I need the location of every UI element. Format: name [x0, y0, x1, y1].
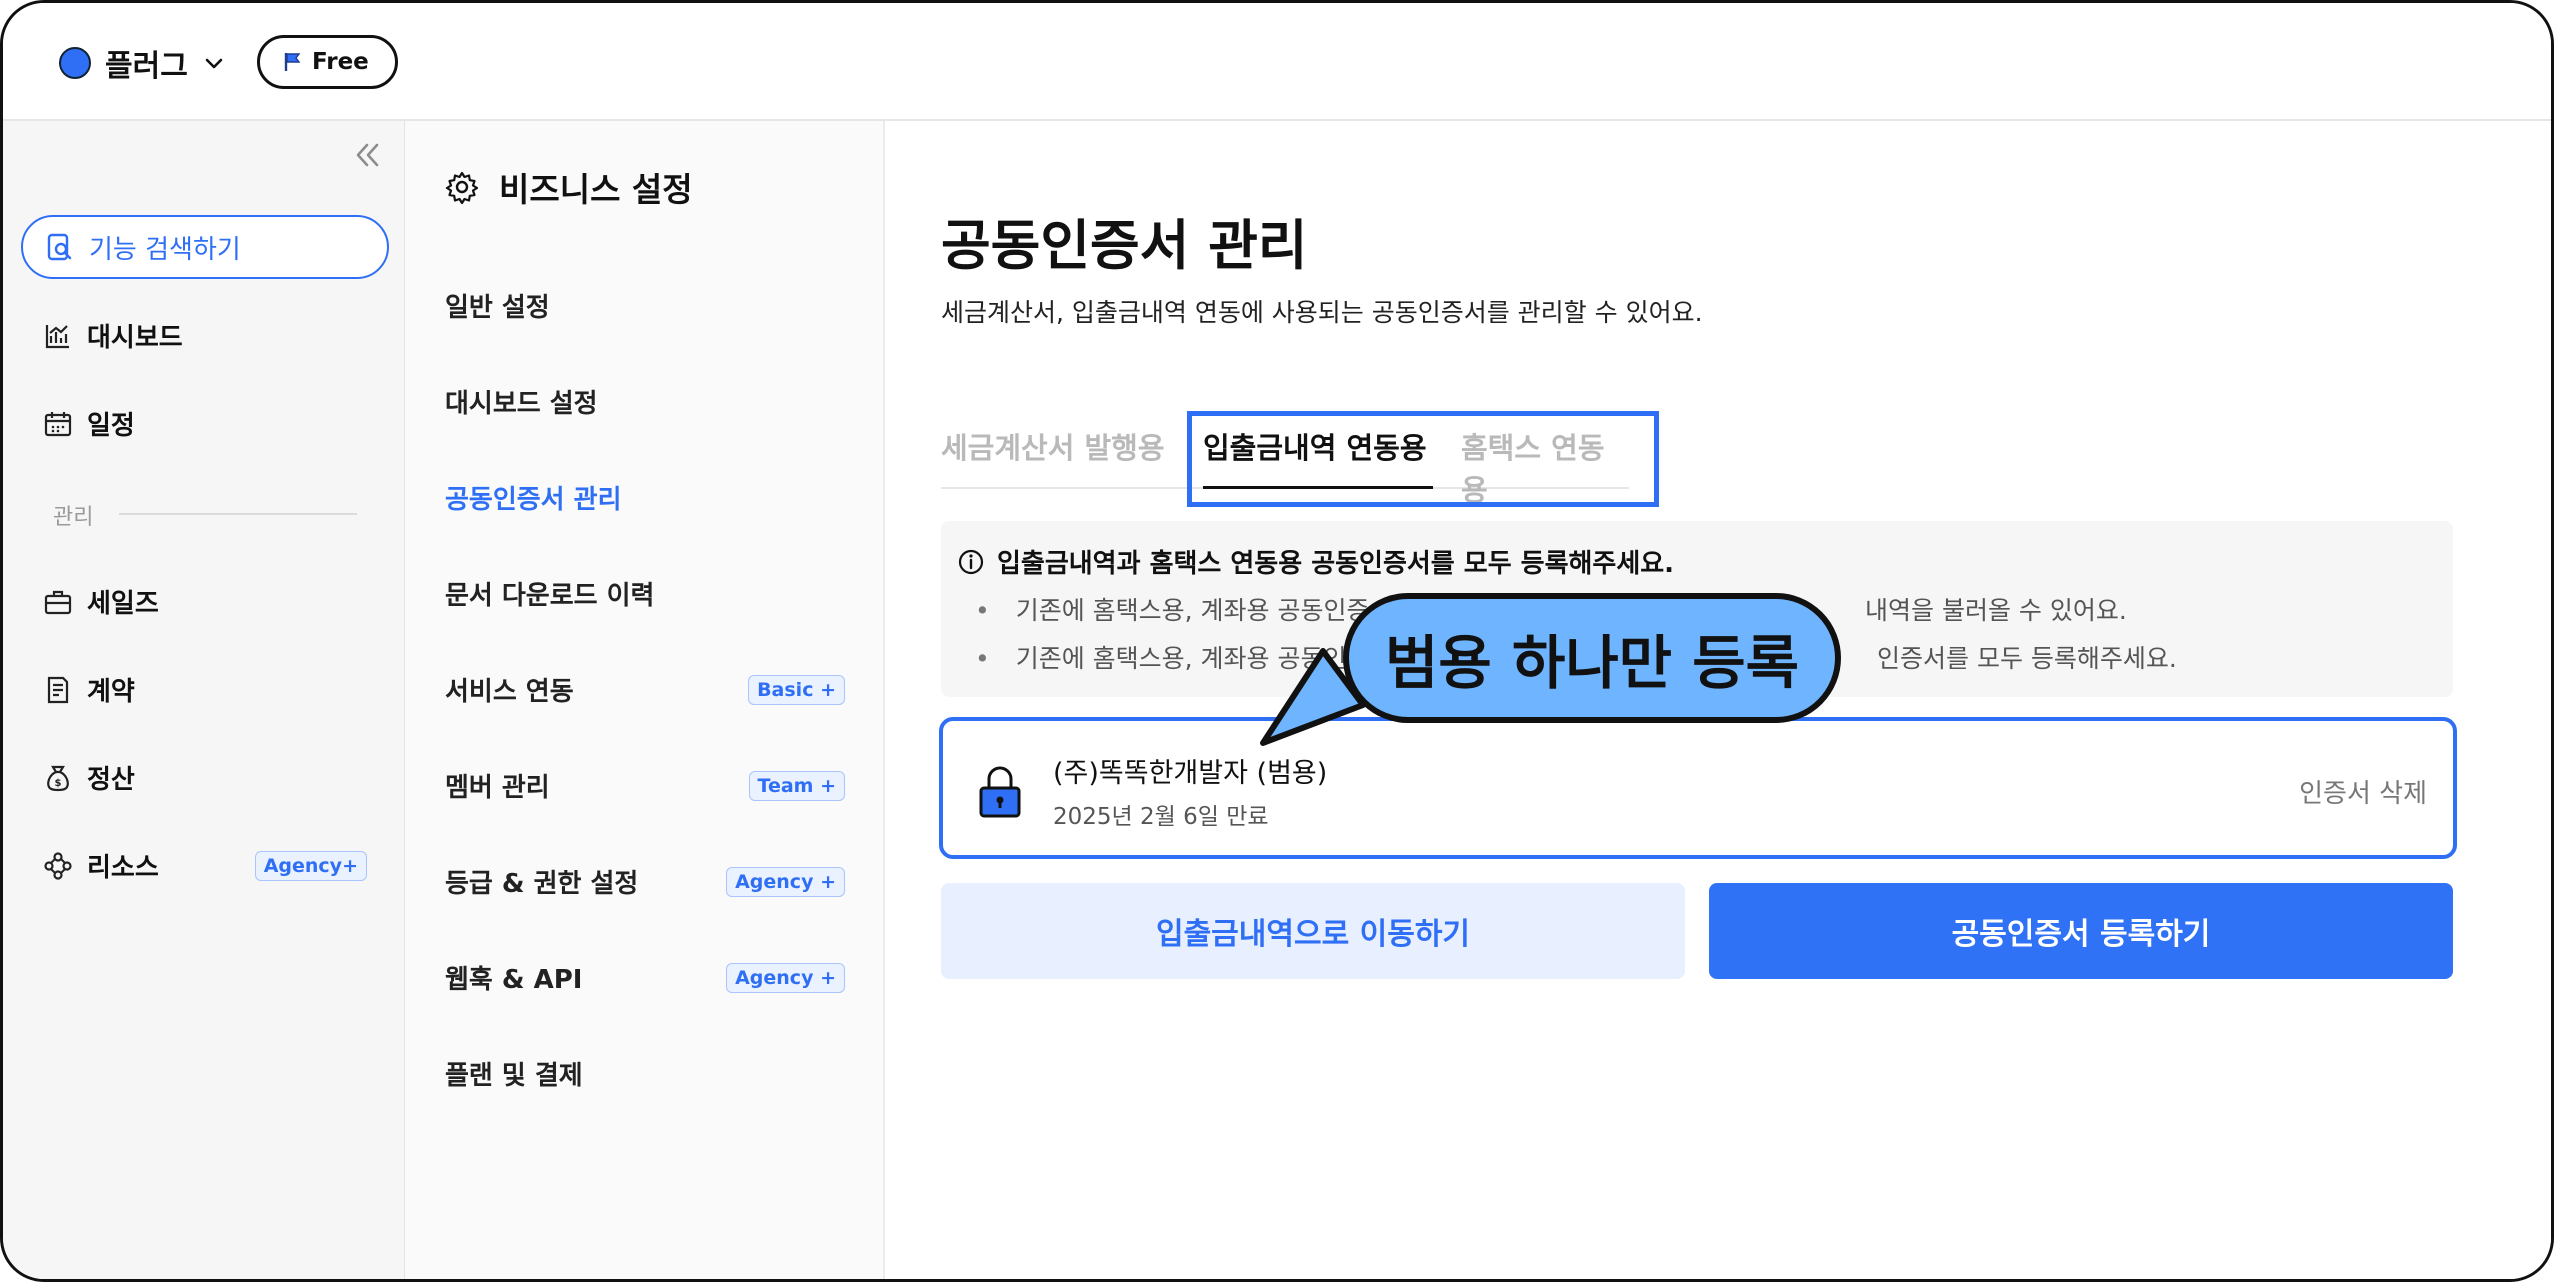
collapse-sidebar-icon[interactable] — [349, 137, 385, 173]
calendar-icon — [44, 411, 72, 436]
page-description: 세금계산서, 입출금내역 연동에 사용되는 공동인증서를 관리할 수 있어요. — [941, 298, 1703, 327]
settings-item-certificates[interactable]: 공동인증서 관리 — [445, 479, 845, 516]
settings-item-label: 일반 설정 — [445, 293, 550, 323]
app-window: 플러그 Free 기능 검색하기 대시보드 일정 관리 세일즈 계약 $ 정산 … — [0, 0, 2554, 1282]
contract-icon — [47, 676, 69, 703]
settings-title: 비즈니스 설정 — [445, 163, 693, 211]
workspace-name: 플러그 — [105, 49, 188, 84]
settings-item-label: 서비스 연동 — [445, 677, 574, 707]
certificate-name: (주)똑똑한개발자 (범용) — [1053, 758, 1328, 789]
sidebar-item-label: 대시보드 — [87, 323, 183, 353]
basic-badge: Basic + — [748, 674, 845, 705]
section-label-manage: 관리 — [53, 505, 94, 530]
settings-item-label: 플랜 및 결제 — [445, 1061, 583, 1091]
settings-panel: 비즈니스 설정 일반 설정 대시보드 설정 공동인증서 관리 문서 다운로드 이… — [405, 121, 885, 1279]
settings-item-roles[interactable]: 등급 & 권한 설정 Agency + — [445, 863, 845, 900]
settings-item-label: 웹훅 & API — [445, 965, 583, 995]
notice-line-1-left: 기존에 홈택스용, 계좌용 공동인증 — [1015, 596, 1370, 625]
delete-certificate-button[interactable]: 인증서 삭제 — [2299, 773, 2427, 810]
workspace-logo-icon — [59, 47, 91, 79]
settings-title-text: 비즈니스 설정 — [499, 170, 693, 209]
sidebar-item-label: 계약 — [87, 677, 135, 707]
certificate-card[interactable]: (주)똑똑한개발자 (범용) 2025년 2월 6일 만료 인증서 삭제 — [939, 717, 2457, 859]
notice-line-2-right: 인증서를 모두 등록해주세요. — [1877, 644, 2177, 673]
settings-item-service-integration[interactable]: 서비스 연동 Basic + — [445, 671, 845, 708]
settings-item-label: 공동인증서 관리 — [445, 485, 622, 515]
top-bar: 플러그 Free — [3, 3, 2551, 121]
sidebar-item-label: 정산 — [87, 765, 135, 795]
agency-badge: Agency + — [726, 962, 845, 993]
sidebar-item-label: 일정 — [87, 411, 135, 441]
tab-tax-invoice[interactable]: 세금계산서 발행용 — [941, 425, 1165, 467]
sidebar-item-label: 세일즈 — [87, 589, 159, 619]
settings-item-general[interactable]: 일반 설정 — [445, 287, 845, 324]
sidebar-item-contract[interactable]: 계약 — [43, 671, 135, 708]
sidebar-item-schedule[interactable]: 일정 — [43, 405, 135, 442]
notice-heading: 입출금내역과 홈택스 연동용 공동인증서를 모두 등록해주세요. — [957, 543, 1674, 580]
chart-icon — [45, 324, 69, 348]
info-icon — [958, 549, 984, 574]
notice-heading-text: 입출금내역과 홈택스 연동용 공동인증서를 모두 등록해주세요. — [997, 549, 1675, 579]
certificate-expiry: 2025년 2월 6일 만료 — [1053, 804, 1269, 830]
briefcase-icon — [44, 590, 72, 614]
settings-item-label: 문서 다운로드 이력 — [445, 581, 655, 611]
settings-item-download-history[interactable]: 문서 다운로드 이력 — [445, 575, 845, 612]
agency-badge: Agency+ — [254, 850, 367, 881]
search-icon — [47, 233, 72, 261]
flag-icon — [284, 53, 301, 71]
chevron-down-icon — [205, 58, 223, 69]
lock-icon — [979, 766, 1021, 818]
resources-icon — [44, 851, 72, 880]
money-bag-icon: $ — [47, 765, 69, 791]
register-certificate-button[interactable]: 공동인증서 등록하기 — [1709, 883, 2453, 979]
gear-icon — [445, 171, 479, 204]
team-badge: Team + — [748, 770, 845, 801]
divider — [119, 513, 357, 515]
plan-label: Free — [312, 49, 369, 75]
sidebar-item-resources[interactable]: 리소스 Agency+ — [43, 847, 367, 884]
settings-item-label: 대시보드 설정 — [445, 389, 598, 419]
sidebar-item-sales[interactable]: 세일즈 — [43, 583, 159, 620]
settings-item-plan-billing[interactable]: 플랜 및 결제 — [445, 1055, 845, 1092]
settings-item-webhook-api[interactable]: 웹훅 & API Agency + — [445, 959, 845, 996]
plan-badge[interactable]: Free — [257, 35, 398, 89]
settings-item-label: 등급 & 권한 설정 — [445, 869, 639, 899]
feature-search-label: 기능 검색하기 — [89, 234, 241, 265]
svg-text:$: $ — [55, 778, 62, 789]
callout-text: 범용 하나만 등록 — [1385, 629, 1799, 697]
notice-line-1: 기존에 홈택스용, 계좌용 공동인증 내역을 불러올 수 있어요. — [975, 591, 2127, 627]
notice-line-1-right: 내역을 불러올 수 있어요. — [1865, 596, 2127, 625]
settings-item-members[interactable]: 멤버 관리 Team + — [445, 767, 845, 804]
page-title: 공동인증서 관리 — [941, 214, 1308, 277]
agency-badge: Agency + — [726, 866, 845, 897]
feature-search-button[interactable]: 기능 검색하기 — [21, 215, 389, 279]
sidebar-item-resources-main: 리소스 — [43, 847, 159, 884]
tab-highlight-box — [1187, 411, 1659, 507]
sidebar-item-settlement[interactable]: $ 정산 — [43, 759, 135, 796]
workspace-switcher[interactable]: 플러그 — [59, 41, 226, 85]
go-transactions-button[interactable]: 입출금내역으로 이동하기 — [941, 883, 1685, 979]
callout-bubble: 범용 하나만 등록 — [1343, 593, 1841, 723]
sidebar: 기능 검색하기 대시보드 일정 관리 세일즈 계약 $ 정산 리소스 Agenc… — [3, 121, 405, 1279]
settings-item-label: 멤버 관리 — [445, 773, 550, 803]
sidebar-item-dashboard[interactable]: 대시보드 — [43, 317, 183, 354]
sidebar-item-label: 리소스 — [87, 853, 159, 883]
settings-item-dashboard[interactable]: 대시보드 설정 — [445, 383, 845, 420]
